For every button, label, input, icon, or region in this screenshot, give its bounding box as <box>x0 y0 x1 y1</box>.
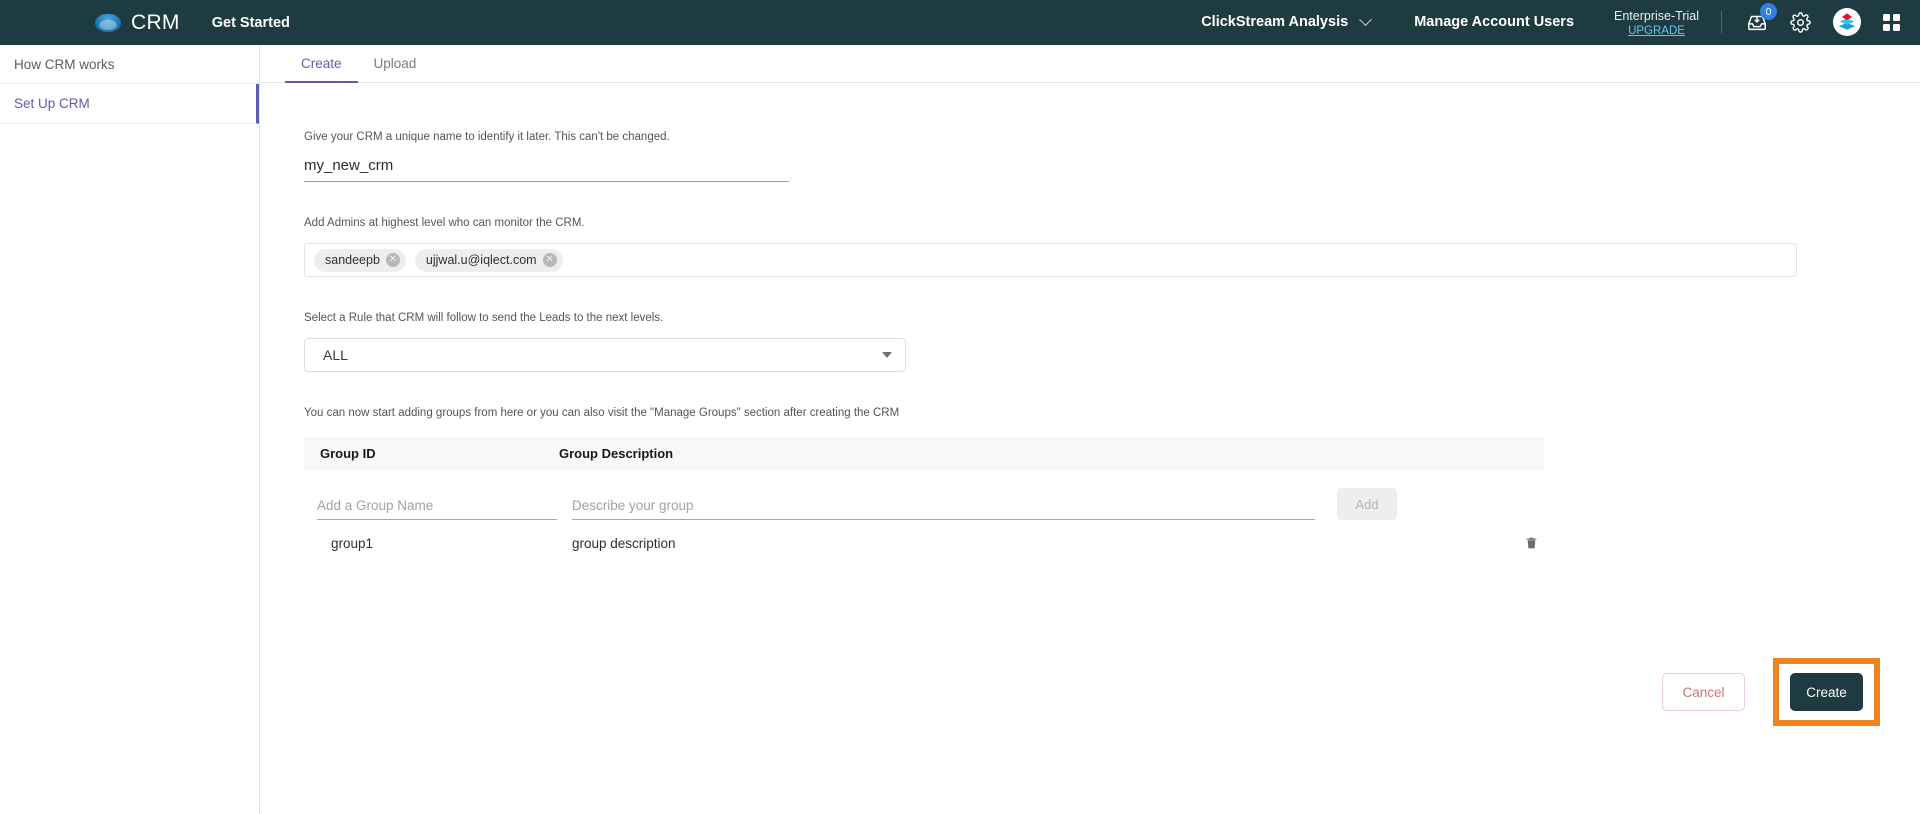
table-row: group1 group description <box>304 520 1544 566</box>
inbox-download-button[interactable]: 0 <box>1746 3 1777 33</box>
clickstream-analysis-label: ClickStream Analysis <box>1201 14 1349 31</box>
clickstream-analysis-menu[interactable]: ClickStream Analysis <box>1201 13 1373 31</box>
group-description-cell: group description <box>572 535 676 551</box>
rule-hint: Select a Rule that CRM will follow to se… <box>304 312 664 324</box>
inbox-badge-count: 0 <box>1760 3 1777 21</box>
groups-table: Group ID Group Description Add group1 gr… <box>304 437 1544 566</box>
crm-name-hint: Give your CRM a unique name to identify … <box>304 131 670 143</box>
tab-label: Create <box>301 56 342 71</box>
get-started-link[interactable]: Get Started <box>212 15 290 31</box>
settings-button[interactable] <box>1790 12 1811 33</box>
admin-chip: sandeepb ✕ <box>314 248 406 272</box>
apps-grid-cell <box>1893 23 1900 31</box>
top-navigation-right: ClickStream Analysis Manage Account User… <box>1201 3 1900 39</box>
tab-upload[interactable]: Upload <box>358 45 433 82</box>
main-content: Create Upload Give your CRM a unique nam… <box>260 45 1920 814</box>
crm-name-input[interactable] <box>304 157 789 182</box>
chevron-down-icon <box>1359 13 1373 27</box>
brand: CRM <box>95 11 180 35</box>
new-group-name-input[interactable] <box>317 498 557 520</box>
form-actions: Cancel Create <box>1662 658 1880 726</box>
tab-create[interactable]: Create <box>285 45 358 83</box>
sidebar-item-label: Set Up CRM <box>14 96 90 111</box>
cancel-button[interactable]: Cancel <box>1662 673 1745 711</box>
groups-hint: You can now start adding groups from her… <box>304 407 900 419</box>
product-logo-icon <box>1838 13 1856 31</box>
tab-label: Upload <box>373 56 417 71</box>
admin-chip-label: ujjwal.u@iqlect.com <box>425 253 537 267</box>
apps-grid-cell <box>1883 13 1890 21</box>
sidebar-item-set-up-crm[interactable]: Set Up CRM <box>0 84 259 124</box>
create-crm-form: Give your CRM a unique name to identify … <box>260 83 1920 566</box>
column-header-group-description: Group Description <box>559 446 674 461</box>
crm-cloud-logo-icon <box>95 13 121 32</box>
page-body: How CRM works Set Up CRM Create Upload G… <box>0 45 1920 814</box>
product-logo-button[interactable] <box>1833 8 1861 37</box>
admins-section: Add Admins at highest level who can moni… <box>304 217 1920 277</box>
top-navigation-bar: CRM Get Started ClickStream Analysis Man… <box>0 0 1920 45</box>
sidebar: How CRM works Set Up CRM <box>0 45 260 814</box>
admins-chip-input[interactable]: sandeepb ✕ ujjwal.u@iqlect.com ✕ <box>304 243 1797 277</box>
upgrade-link[interactable]: UPGRADE <box>1614 25 1699 38</box>
gear-icon <box>1790 12 1811 33</box>
group-id-cell: group1 <box>331 535 374 551</box>
manage-account-users-link[interactable]: Manage Account Users <box>1414 14 1574 30</box>
apps-grid-cell <box>1883 23 1890 31</box>
add-group-button[interactable]: Add <box>1337 488 1397 520</box>
sidebar-item-how-crm-works[interactable]: How CRM works <box>0 45 259 84</box>
chevron-down-icon <box>882 352 892 358</box>
delete-group-button[interactable] <box>1518 535 1544 551</box>
admins-hint: Add Admins at highest level who can moni… <box>304 217 585 229</box>
create-button[interactable]: Create <box>1790 673 1863 711</box>
rule-section: Select a Rule that CRM will follow to se… <box>304 312 1920 372</box>
apps-grid-cell <box>1893 13 1900 21</box>
remove-admin-chip-icon[interactable]: ✕ <box>542 253 557 267</box>
crm-name-section: Give your CRM a unique name to identify … <box>304 131 1920 182</box>
rule-select-value: ALL <box>323 347 348 363</box>
create-button-highlight: Create <box>1773 658 1880 726</box>
plan-name: Enterprise-Trial <box>1614 8 1699 23</box>
rule-select[interactable]: ALL <box>304 338 906 372</box>
divider <box>1721 11 1722 34</box>
plan-info: Enterprise-Trial UPGRADE <box>1614 7 1699 39</box>
brand-name: CRM <box>131 10 180 34</box>
groups-table-new-row: Add <box>304 470 1544 520</box>
remove-admin-chip-icon[interactable]: ✕ <box>385 253 400 267</box>
tab-bar: Create Upload <box>260 45 1920 83</box>
new-group-description-input[interactable] <box>572 498 1315 520</box>
apps-grid-button[interactable] <box>1883 13 1900 31</box>
admin-chip: ujjwal.u@iqlect.com ✕ <box>414 248 563 272</box>
column-header-group-id: Group ID <box>320 446 376 461</box>
sidebar-item-label: How CRM works <box>14 56 115 72</box>
groups-section: You can now start adding groups from her… <box>304 407 1920 566</box>
admin-chip-label: sandeepb <box>325 253 380 267</box>
groups-table-header: Group ID Group Description <box>304 437 1544 470</box>
trash-icon <box>1526 537 1536 549</box>
